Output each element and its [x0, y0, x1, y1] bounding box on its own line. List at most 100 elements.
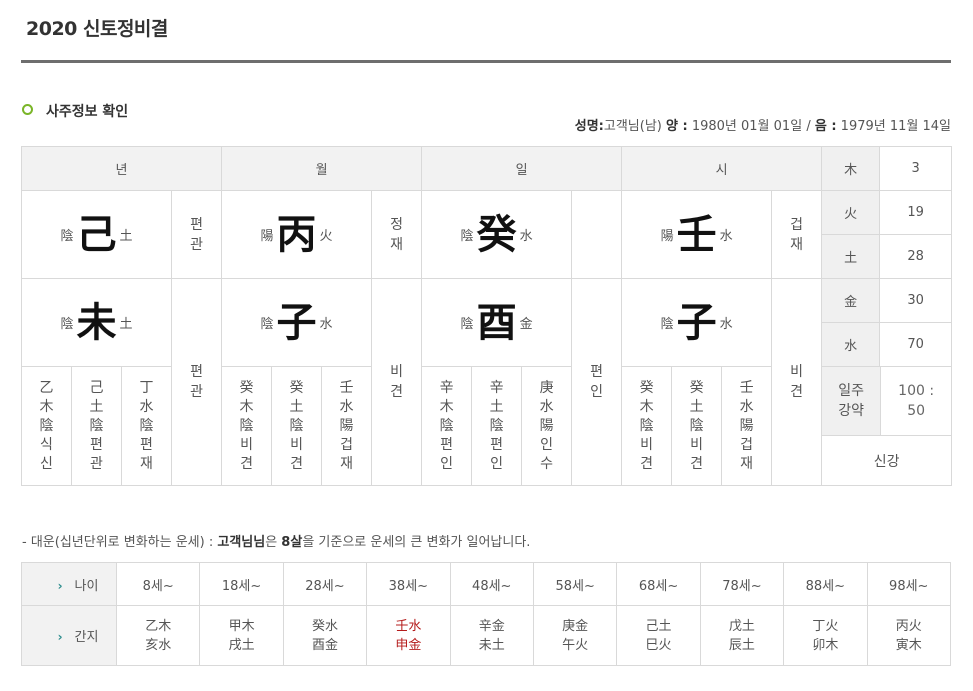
element-mark: 水 [519, 229, 533, 244]
age-cell: 98세~ [866, 562, 952, 606]
jijanggan-text: 辛木陰편인 [439, 379, 454, 472]
element-value-water: 70 [879, 322, 953, 367]
birth-info: 성명:고객님(남) 양 : 1980년 01월 01일 / 음 : 1979년 … [575, 115, 951, 134]
note-mid: 은 [265, 535, 282, 550]
strength-result: 신강 [873, 453, 900, 470]
header-day: 일 [421, 146, 623, 191]
header-year: 년 [20, 146, 223, 191]
element-label-earth: 土 [821, 234, 881, 279]
element-mark: 火 [319, 229, 333, 244]
ganji-branch: 申金 [395, 637, 422, 653]
strength-label: 일주강약 [838, 383, 864, 419]
note-name: 고객님님 [217, 535, 266, 550]
branch-char: 子 [276, 298, 317, 346]
header-hour: 시 [621, 146, 823, 191]
ganji-cell: 己土 巳火 [616, 605, 701, 666]
solar-date: 1980년 01월 01일 [691, 119, 803, 134]
age-label: 나이 [74, 578, 99, 594]
ganji-cell: 戊土 辰土 [699, 605, 785, 666]
note-prefix: - 대운(십년단위로 변화하는 운세) : [22, 535, 218, 550]
ganji-stem: 辛金 [478, 618, 505, 634]
yinyang-mark: 陽 [260, 229, 274, 244]
yinyang-mark: 陰 [60, 317, 74, 332]
ganji-branch: 卯木 [812, 637, 839, 653]
element-value-wood: 3 [879, 146, 953, 191]
ganji-branch: 未土 [478, 637, 505, 653]
ganji-cell: 丁火 卯木 [783, 605, 868, 666]
stem-sipsin-hour: 겁재 [771, 190, 823, 279]
ganji-cell: 癸水 酉金 [282, 605, 368, 666]
note-suffix: 을 기준으로 운세의 큰 변화가 일어납니다. [302, 535, 531, 550]
element-label-metal: 金 [821, 278, 881, 323]
stem-sipsin-month: 정재 [371, 190, 423, 279]
element-label-fire: 火 [821, 190, 881, 235]
jijanggan-cell: 癸土陰비견 [271, 366, 323, 486]
age-cell: 8세~ [115, 562, 201, 606]
ganji-branch: 辰土 [728, 637, 755, 653]
branch-char: 酉 [476, 298, 517, 346]
jijanggan-cell: 壬水陽겁재 [721, 366, 773, 486]
daeun-note: - 대운(십년단위로 변화하는 운세) : 고객님님은 8살을 기준으로 운세의… [22, 531, 530, 550]
element-value-fire: 19 [879, 190, 953, 235]
ganji-branch: 酉金 [311, 637, 338, 653]
ganji-branch: 寅木 [895, 637, 922, 653]
age-cell: 48세~ [449, 562, 534, 606]
name-value: 고객님(남) [603, 119, 662, 134]
page-title: 2020 신토정비결 [26, 18, 168, 40]
ganji-stem: 丁火 [812, 618, 839, 634]
jijanggan-cell: 辛土陰편인 [471, 366, 523, 486]
name-label: 성명: [574, 119, 604, 134]
ganji-stem: 壬水 [395, 618, 422, 634]
branch-day: 陰酉金 [421, 278, 573, 367]
jijanggan-cell: 壬水陽겁재 [321, 366, 373, 486]
element-value-earth: 28 [879, 234, 953, 279]
jijanggan-text: 癸木陰비견 [239, 379, 254, 472]
yinyang-mark: 陽 [660, 229, 674, 244]
ganji-stem: 甲木 [228, 618, 255, 634]
lunar-date: 1979년 11월 14일 [840, 119, 951, 134]
ganji-row-header: › 간지 [21, 605, 117, 666]
stem-hour: 陽壬水 [621, 190, 773, 279]
element-mark: 水 [719, 229, 733, 244]
element-mark: 土 [119, 317, 133, 332]
strength-wrapper: 일주강약 100 : 50 신강 [821, 366, 953, 486]
age-cell: 18세~ [199, 562, 284, 606]
jijanggan-text: 丁水陰편재 [139, 379, 154, 472]
stem-sipsin-year: 편관 [170, 190, 223, 279]
ganji-cell-current: 壬水 申金 [366, 605, 451, 666]
jijanggan-text: 壬水陽겁재 [739, 379, 754, 472]
ganji-branch: 戌土 [228, 637, 255, 653]
branch-sipsin-day: 편인 [571, 278, 623, 486]
jijanggan-cell: 庚水陽인수 [521, 366, 573, 486]
jijanggan-cell: 丁水陰편재 [121, 366, 172, 486]
ganji-stem: 癸水 [311, 618, 338, 634]
ganji-stem: 庚金 [562, 618, 589, 634]
ganji-branch: 午火 [562, 637, 589, 653]
note-age: 8살 [281, 535, 303, 550]
ganji-stem: 乙木 [145, 618, 172, 634]
ganji-cell: 丙火 寅木 [866, 605, 952, 666]
jijanggan-cell: 癸木陰비견 [221, 366, 273, 486]
branch-sipsin-year: 편관 [170, 278, 223, 486]
age-cell: 28세~ [282, 562, 368, 606]
stem-char: 丙 [276, 210, 317, 258]
element-mark: 水 [319, 317, 333, 332]
branch-year: 陰未土 [21, 278, 172, 367]
branch-char: 子 [676, 298, 717, 346]
header-month: 월 [221, 146, 423, 191]
yinyang-mark: 陰 [460, 317, 474, 332]
branch-sipsin-hour: 비견 [771, 278, 823, 486]
sipsin-label: 겁재 [790, 216, 804, 253]
strength-value: 100 : 50 [898, 383, 935, 419]
stem-char: 壬 [676, 210, 717, 258]
ganji-branch: 亥水 [145, 637, 172, 653]
age-row-header: › 나이 [21, 562, 117, 606]
chevron-right-icon: › [57, 630, 63, 644]
element-value-metal: 30 [879, 278, 953, 323]
section-title: 사주정보 확인 [46, 104, 129, 120]
ganji-cell: 甲木 戌土 [199, 605, 284, 666]
sipsin-label: 비견 [790, 364, 804, 400]
date-separator: / [806, 119, 811, 134]
strength-label-cell: 일주강약 [822, 367, 882, 435]
branch-char: 未 [76, 298, 117, 346]
